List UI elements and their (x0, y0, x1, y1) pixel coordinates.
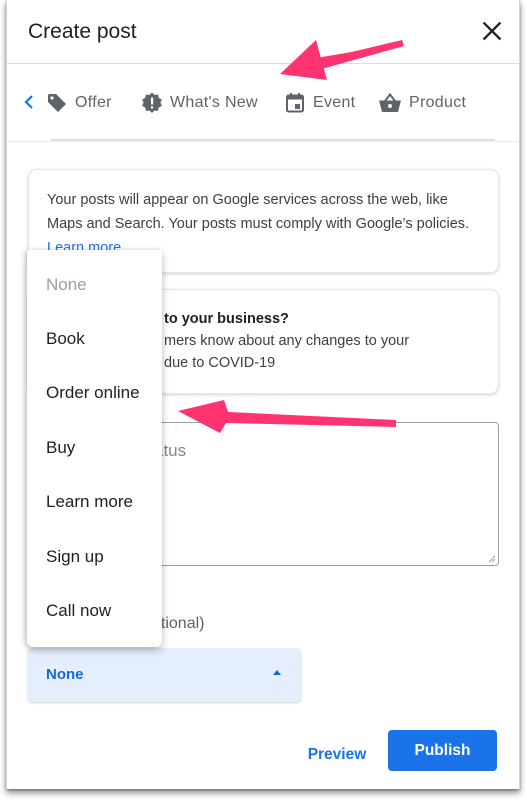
dialog-title: Create post (28, 20, 137, 43)
calendar-icon (286, 93, 304, 113)
covid-card-line: due to COVID-19 (164, 355, 276, 371)
menu-item-call-now[interactable]: Call now (27, 589, 162, 633)
post-type-tabs: Offer What's New Event Product (7, 64, 519, 141)
tab-label: Product (409, 94, 467, 111)
close-icon (482, 21, 502, 41)
chevron-left-icon (24, 95, 33, 109)
menu-item-order-online[interactable]: Order online (27, 371, 162, 415)
tabs-back-button[interactable] (21, 90, 37, 114)
button-type-select[interactable]: None (28, 648, 301, 702)
menu-item-buy[interactable]: Buy (27, 426, 162, 470)
tag-icon (48, 94, 66, 112)
tab-label: Offer (75, 94, 112, 111)
menu-item-sign-up[interactable]: Sign up (27, 535, 162, 579)
new-releases-icon (142, 92, 162, 113)
publish-button[interactable]: Publish (388, 730, 497, 771)
close-button[interactable] (479, 18, 505, 44)
preview-button[interactable]: Preview (297, 736, 377, 774)
tab-offer[interactable]: Offer (45, 90, 112, 116)
dialog-header: Create post (7, 0, 519, 64)
shopping-basket-icon (379, 92, 401, 112)
policy-text: Your posts will appear on Google service… (47, 192, 470, 232)
menu-item-book[interactable]: Book (27, 317, 162, 361)
tab-product[interactable]: Product (377, 90, 466, 116)
menu-item-learn-more[interactable]: Learn more (27, 480, 162, 524)
tab-label: Event (313, 94, 356, 111)
covid-card-question: to your business? (164, 311, 289, 327)
tab-label: What's New (170, 94, 258, 111)
covid-card-line: mers know about any changes to your (164, 333, 410, 349)
button-type-dropdown-menu: None Book Order online Buy Learn more Si… (27, 250, 162, 647)
caret-up-icon (273, 670, 281, 675)
resize-grip-icon[interactable] (486, 553, 496, 563)
menu-item-none[interactable]: None (27, 263, 162, 307)
tab-whats-new[interactable]: What's New (140, 90, 258, 116)
select-value: None (46, 666, 84, 683)
tab-event[interactable]: Event (283, 90, 355, 116)
